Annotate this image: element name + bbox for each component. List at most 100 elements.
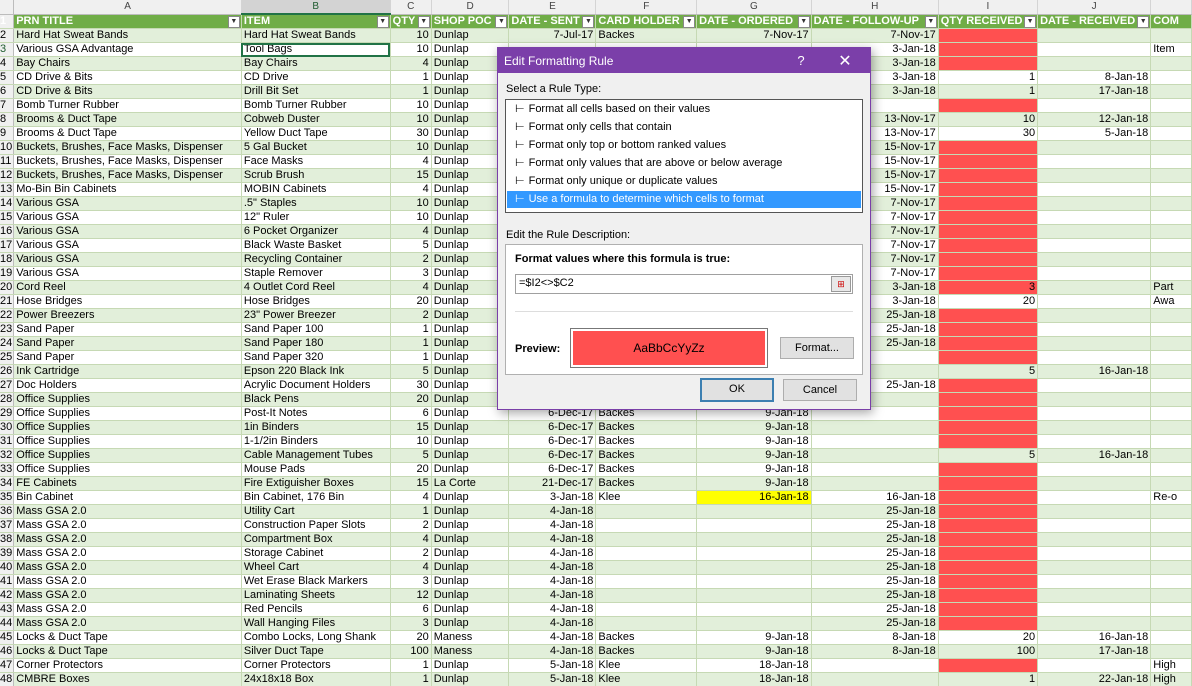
cell[interactable]: 5-Jan-18	[508, 658, 597, 673]
cell[interactable]	[595, 532, 698, 547]
cell[interactable]	[1037, 308, 1152, 323]
cell[interactable]: Dunlap	[431, 420, 510, 435]
header-cell[interactable]: DATE - FOLLOW-UP ▼	[811, 14, 939, 29]
row-number[interactable]: 19	[0, 266, 15, 281]
cell[interactable]	[595, 504, 698, 519]
row-number[interactable]: 46	[0, 644, 15, 659]
rule-type-item[interactable]: ⊢ Format all cells based on their values	[507, 101, 861, 118]
cell[interactable]	[1037, 420, 1152, 435]
cell[interactable]: 10	[390, 98, 432, 113]
header-cell[interactable]: ITEM ▼	[241, 14, 391, 29]
cell[interactable]: 12" Ruler	[241, 210, 391, 225]
cell[interactable]: Mass GSA 2.0	[13, 574, 242, 589]
cell[interactable]: FE Cabinets	[13, 476, 242, 491]
cell[interactable]	[1150, 238, 1192, 253]
row-number[interactable]: 39	[0, 546, 15, 561]
formula-input[interactable]: =$I2<>$C2 ⊞	[515, 274, 853, 294]
cell[interactable]: Dunlap	[431, 672, 510, 686]
header-cell[interactable]: CARD HOLDER ▼	[595, 14, 698, 29]
row-number[interactable]: 28	[0, 392, 15, 407]
cell[interactable]: Wheel Cart	[241, 560, 391, 575]
cell[interactable]: Corner Protectors	[13, 658, 242, 673]
row-number[interactable]: 1	[0, 14, 15, 29]
cell[interactable]: Brooms & Duct Tape	[13, 126, 242, 141]
filter-dropdown-icon[interactable]: ▼	[797, 15, 810, 28]
cell[interactable]	[1150, 182, 1192, 197]
cell[interactable]: 6 Pocket Organizer	[241, 224, 391, 239]
cell[interactable]	[1037, 182, 1152, 197]
cell[interactable]	[595, 602, 698, 617]
cell[interactable]	[696, 518, 812, 533]
cell[interactable]: 5	[938, 364, 1039, 379]
row-number[interactable]: 10	[0, 140, 15, 155]
column-header-next[interactable]	[1150, 0, 1192, 15]
cell[interactable]: 2	[390, 252, 432, 267]
cell[interactable]: 4-Jan-18	[508, 630, 597, 645]
cell[interactable]: 3	[390, 574, 432, 589]
cell[interactable]: 23" Power Breezer	[241, 308, 391, 323]
header-cell[interactable]: SHOP POC ▼	[431, 14, 510, 29]
cell[interactable]: 1	[390, 658, 432, 673]
cell[interactable]: Various GSA	[13, 238, 242, 253]
cell[interactable]: 10	[390, 196, 432, 211]
cell[interactable]	[811, 462, 939, 477]
cell[interactable]	[938, 532, 1039, 547]
cell[interactable]	[1037, 392, 1152, 407]
cell[interactable]	[595, 560, 698, 575]
cell[interactable]: 9-Jan-18	[696, 434, 812, 449]
cell[interactable]: 5	[938, 448, 1039, 463]
cell[interactable]	[1150, 462, 1192, 477]
cell[interactable]: 4	[390, 56, 432, 71]
column-header-i[interactable]: I	[938, 0, 1039, 15]
cell[interactable]: Buckets, Brushes, Face Masks, Dispenser	[13, 168, 242, 183]
cell[interactable]: 10	[390, 210, 432, 225]
cell[interactable]: Dunlap	[431, 602, 510, 617]
cell[interactable]: Part	[1150, 280, 1192, 295]
cell[interactable]: Backes	[595, 476, 698, 491]
cell[interactable]: 8-Jan-18	[1037, 70, 1152, 85]
cell[interactable]	[938, 252, 1039, 267]
cell[interactable]: 5	[390, 448, 432, 463]
cell[interactable]: 25-Jan-18	[811, 574, 939, 589]
header-cell[interactable]: PRN TITLE ▼	[13, 14, 242, 29]
cell[interactable]: Locks & Duct Tape	[13, 630, 242, 645]
cell[interactable]: 25-Jan-18	[811, 546, 939, 561]
cell[interactable]: Backes	[595, 28, 698, 43]
ok-button[interactable]: OK	[700, 378, 774, 402]
cell[interactable]: 4-Jan-18	[508, 588, 597, 603]
cell[interactable]	[938, 56, 1039, 71]
cell[interactable]: 4-Jan-18	[508, 546, 597, 561]
cell[interactable]: 4	[390, 560, 432, 575]
cell[interactable]: Tool Bags	[241, 42, 391, 57]
row-number[interactable]: 20	[0, 280, 15, 295]
cell[interactable]: Dunlap	[431, 518, 510, 533]
cell[interactable]: 12	[390, 588, 432, 603]
cell[interactable]: Locks & Duct Tape	[13, 644, 242, 659]
cell[interactable]: Drill Bit Set	[241, 84, 391, 99]
cell[interactable]: Dunlap	[431, 462, 510, 477]
cell[interactable]: Brooms & Duct Tape	[13, 112, 242, 127]
cell[interactable]	[938, 518, 1039, 533]
cell[interactable]: Awa	[1150, 294, 1192, 309]
row-number[interactable]: 16	[0, 224, 15, 239]
row-number[interactable]: 13	[0, 182, 15, 197]
cell[interactable]: Bomb Turner Rubber	[241, 98, 391, 113]
cell[interactable]: Klee	[595, 490, 698, 505]
cell[interactable]: Maness	[431, 644, 510, 659]
cell[interactable]	[1037, 238, 1152, 253]
cell[interactable]: 4-Jan-18	[508, 644, 597, 659]
row-number[interactable]: 24	[0, 336, 15, 351]
cell[interactable]	[1150, 420, 1192, 435]
cell[interactable]	[1150, 574, 1192, 589]
cell[interactable]: Mass GSA 2.0	[13, 532, 242, 547]
row-number[interactable]: 30	[0, 420, 15, 435]
column-header-g[interactable]: G	[696, 0, 812, 15]
filter-dropdown-icon[interactable]: ▼	[582, 15, 595, 28]
close-icon[interactable]: ✕	[836, 51, 854, 71]
cell[interactable]: 8-Jan-18	[811, 630, 939, 645]
cell[interactable]: 6	[390, 602, 432, 617]
cell[interactable]	[938, 658, 1039, 673]
cell[interactable]: Backes	[595, 420, 698, 435]
cell[interactable]	[1150, 630, 1192, 645]
cell[interactable]	[696, 588, 812, 603]
